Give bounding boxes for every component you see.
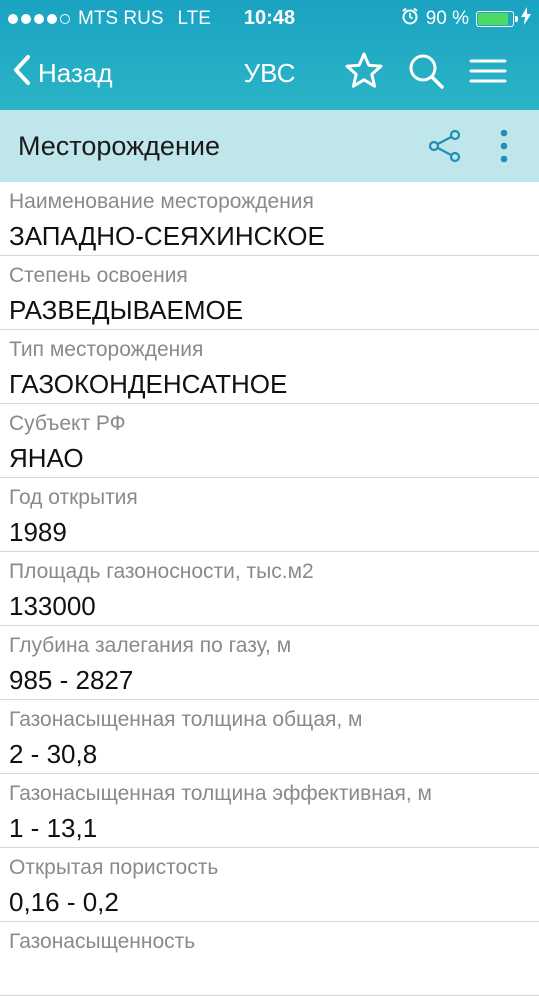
section-title: Месторождение — [18, 131, 220, 161]
field-label: Год открытия — [9, 486, 138, 509]
charging-icon — [521, 7, 531, 31]
field-label: Площадь газоносности, тыс.м2 — [9, 560, 314, 583]
alarm-icon — [401, 7, 419, 31]
menu-icon[interactable] — [467, 50, 509, 92]
back-button[interactable]: Назад — [12, 54, 113, 93]
field-value: 133000 — [9, 591, 96, 621]
field-value: ЯНАО — [9, 443, 84, 473]
list-item: Субъект РФ ЯНАО — [0, 404, 539, 478]
list-item: Степень освоения РАЗВЕДЫВАЕМОЕ — [0, 256, 539, 330]
list-item: Открытая пористость 0,16 - 0,2 — [0, 848, 539, 922]
field-value: РАЗВЕДЫВАЕМОЕ — [9, 295, 244, 325]
field-value: 985 - 2827 — [9, 665, 134, 695]
list-item: Газонасыщенная толщина эффективная, м 1 -… — [0, 774, 539, 848]
field-list: Наименование месторождения ЗАПАДНО-СЕЯХИН… — [0, 182, 539, 996]
list-item: Наименование месторождения ЗАПАДНО-СЕЯХИН… — [0, 182, 539, 256]
search-icon[interactable] — [405, 50, 447, 92]
field-label: Глубина залегания по газу, м — [9, 634, 292, 657]
battery-icon — [476, 11, 518, 27]
field-label: Субъект РФ — [9, 412, 126, 435]
list-item: Глубина залегания по газу, м 985 - 2827 — [0, 626, 539, 700]
field-label: Газонасыщенность — [9, 930, 196, 953]
navigation-bar: Назад УВС — [0, 36, 539, 110]
star-icon[interactable] — [343, 50, 385, 92]
battery-percent: 90 % — [425, 8, 469, 29]
list-item: Год открытия 1989 — [0, 478, 539, 552]
share-icon[interactable] — [427, 128, 463, 169]
list-item: Газонасыщенная толщина общая, м 2 - 30,8 — [0, 700, 539, 774]
field-value: 0,16 - 0,2 — [9, 887, 119, 917]
field-value: 1989 — [9, 517, 67, 547]
field-label: Газонасыщенная толщина эффективная, м — [9, 782, 432, 805]
top-bar: MTS RUS LTE 10:48 90 % Назад УВС — [0, 0, 539, 110]
chevron-left-icon — [12, 54, 32, 93]
field-label: Степень освоения — [9, 264, 188, 287]
list-item: Тип месторождения ГАЗОКОНДЕНСАТНОЕ — [0, 330, 539, 404]
back-label: Назад — [38, 58, 113, 88]
field-label: Открытая пористость — [9, 856, 219, 879]
more-vertical-icon[interactable] — [499, 128, 509, 169]
field-label: Газонасыщенная толщина общая, м — [9, 708, 363, 731]
status-bar: MTS RUS LTE 10:48 90 % — [0, 0, 539, 36]
field-value: ЗАПАДНО-СЕЯХИНСКОЕ — [9, 221, 325, 251]
field-label: Тип месторождения — [9, 338, 204, 361]
list-item: Газонасыщенность — [0, 922, 539, 996]
field-value: ГАЗОКОНДЕНСАТНОЕ — [9, 369, 288, 399]
list-item: Площадь газоносности, тыс.м2 133000 — [0, 552, 539, 626]
field-label: Наименование месторождения — [9, 190, 314, 213]
field-value: 2 - 30,8 — [9, 739, 98, 769]
section-header: Месторождение — [0, 110, 539, 182]
field-value: 1 - 13,1 — [9, 813, 98, 843]
